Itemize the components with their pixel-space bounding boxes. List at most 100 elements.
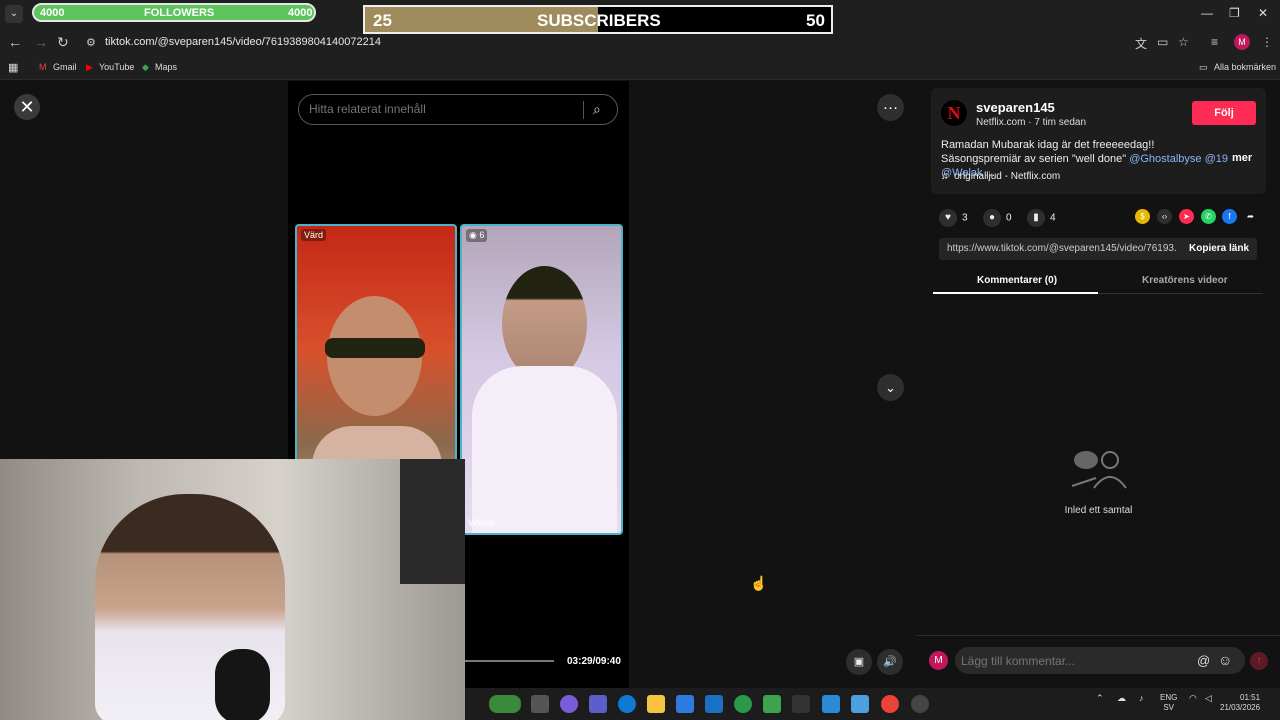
guest-name: Welak [468, 518, 496, 529]
bookmark-maps[interactable]: Maps [155, 62, 177, 72]
subscribers-label: SUBSCRIBERS [537, 11, 661, 30]
window-close-button[interactable]: ✕ [1258, 6, 1268, 20]
tab-comments[interactable]: Kommentarer (0) [977, 275, 1057, 286]
clock-time: 01:51 [1240, 693, 1261, 702]
clock[interactable]: 01:51 21/03/2026 [1220, 693, 1260, 713]
search-divider [583, 101, 584, 119]
site-info-icon[interactable]: ⚙ [86, 36, 96, 49]
widgets-icon[interactable] [489, 695, 521, 713]
volume-icon[interactable]: 🔊 [877, 649, 903, 675]
subscribers-goal: 50 [806, 11, 825, 30]
empty-comments-text: Inled ett samtal [1064, 505, 1133, 516]
search-icon[interactable]: ⌕ [593, 101, 601, 118]
restore-button[interactable]: ❐ [1229, 6, 1240, 20]
followers-goal-bar: 4000 FOLLOWERS 4000 [32, 3, 316, 22]
onedrive-icon[interactable]: ☁ [1117, 693, 1126, 704]
video-side-panel: N sveparen145 Netflix.com · 7 tim sedan … [917, 81, 1280, 720]
bookmark-youtube[interactable]: YouTube [99, 62, 134, 72]
reload-icon[interactable]: ↻ [57, 34, 69, 51]
chrome-icon[interactable] [881, 695, 899, 713]
active-tab-indicator [933, 292, 1098, 294]
mention-icon[interactable]: @ [1197, 653, 1210, 668]
forward-icon[interactable]: → [34, 34, 48, 50]
music-note-icon: ♫ [941, 171, 949, 182]
apps-grid-icon[interactable]: ▦ [8, 61, 18, 74]
related-search-input[interactable] [309, 102, 569, 116]
minimize-button[interactable]: — [1201, 6, 1213, 20]
back-icon[interactable]: ← [8, 34, 22, 50]
cast-icon[interactable]: ▭ [1157, 35, 1168, 49]
file-explorer-icon[interactable] [647, 695, 665, 713]
video-progress-bar[interactable] [465, 660, 554, 662]
store-icon[interactable] [676, 695, 694, 713]
picture-in-picture-icon[interactable]: ▣ [846, 649, 872, 675]
send-comment-icon[interactable]: ↑ [1250, 652, 1268, 670]
dev-tool-icon[interactable] [792, 695, 810, 713]
tab-creator-videos[interactable]: Kreatörens videor [1142, 275, 1228, 286]
chrome-menu-icon[interactable]: ⋮ [1261, 35, 1273, 49]
volume-tray-icon[interactable]: ◁ [1205, 693, 1212, 704]
next-video-chevron-down-icon[interactable]: ⌄ [877, 374, 904, 401]
maps-icon: ◆ [142, 62, 149, 72]
vpn-icon[interactable] [734, 695, 752, 713]
language-indicator[interactable]: ENG SV [1160, 693, 1177, 713]
tray-chevron-up-icon[interactable]: ⌃ [1096, 693, 1104, 704]
comment-stat[interactable]: ● 0 [983, 209, 1012, 227]
teams-icon[interactable] [589, 695, 607, 713]
image-app-icon[interactable] [851, 695, 869, 713]
send-icon[interactable]: ➤ [1179, 209, 1194, 224]
task-view-icon[interactable] [531, 695, 549, 713]
gmail-icon: M [39, 62, 47, 72]
music-row[interactable]: ♫ originalljud - Netflix.com [941, 171, 1060, 182]
caption-more-link[interactable]: mer [1232, 152, 1252, 164]
coin-icon[interactable]: $ [1135, 209, 1150, 224]
office-icon[interactable] [763, 695, 781, 713]
save-count: 4 [1050, 212, 1056, 224]
mention-link[interactable]: @19 [1205, 153, 1228, 165]
copilot-icon[interactable] [560, 695, 578, 713]
lang-bottom: SV [1163, 703, 1174, 712]
facebook-icon[interactable]: f [1222, 209, 1237, 224]
share-arrow-icon[interactable]: ➦ [1243, 209, 1258, 224]
copy-link-button[interactable]: Kopiera länk [1189, 243, 1249, 254]
tab-search-button[interactable]: ⌄ [5, 5, 23, 23]
followers-label: FOLLOWERS [144, 7, 215, 19]
edge-icon[interactable] [618, 695, 636, 713]
creator-avatar[interactable]: N [941, 100, 967, 126]
profile-avatar[interactable]: M [1234, 34, 1250, 50]
embed-icon[interactable]: ‹› [1157, 209, 1172, 224]
like-count: 3 [962, 212, 968, 224]
like-stat[interactable]: ♥ 3 [939, 209, 968, 227]
emoji-icon[interactable]: ☺ [1218, 652, 1232, 668]
whatsapp-icon[interactable]: ✆ [1201, 209, 1216, 224]
mail-icon[interactable] [705, 695, 723, 713]
webcam-background-tv [400, 459, 465, 584]
photos-icon[interactable] [822, 695, 840, 713]
translate-icon[interactable]: 文 [1135, 35, 1147, 52]
video-link[interactable]: https://www.tiktok.com/@sveparen145/vide… [947, 243, 1177, 254]
subscribers-current: 25 [373, 11, 392, 30]
bookmark-gmail[interactable]: Gmail [53, 62, 77, 72]
microphone-icon[interactable]: ♪ [1139, 693, 1144, 703]
youtube-icon: ▶ [86, 62, 93, 72]
reading-list-icon[interactable]: ≡ [1211, 35, 1218, 49]
mention-link[interactable]: @Ghostalbyse [1129, 153, 1201, 165]
obs-icon[interactable] [911, 695, 929, 713]
tiktok-page: ✕ ⌕ … ⌄ Värd ◉ 6 Welak 03:29/09:40 ▣ 🔊 ☝ [0, 81, 1280, 720]
more-options-button[interactable]: … [877, 94, 904, 121]
related-search-box: ⌕ [298, 94, 618, 125]
creator-username[interactable]: sveparen145 [976, 100, 1055, 115]
wifi-icon[interactable]: ◠ [1189, 693, 1197, 704]
user-avatar[interactable]: M [929, 651, 948, 670]
guest-body [472, 366, 617, 533]
bookmark-icon: ▮ [1027, 209, 1045, 227]
empty-comments-icon [1071, 451, 1127, 489]
save-stat[interactable]: ▮ 4 [1027, 209, 1056, 227]
bookmark-star-icon[interactable]: ☆ [1178, 35, 1189, 49]
clock-date: 21/03/2026 [1220, 703, 1261, 712]
all-bookmarks[interactable]: Alla bokmärken [1214, 62, 1276, 72]
close-video-button[interactable]: ✕ [14, 94, 40, 120]
url-field[interactable]: tiktok.com/@sveparen145/video/7619389804… [105, 36, 381, 48]
follow-button[interactable]: Följ [1192, 101, 1256, 125]
heart-icon: ♥ [939, 209, 957, 227]
